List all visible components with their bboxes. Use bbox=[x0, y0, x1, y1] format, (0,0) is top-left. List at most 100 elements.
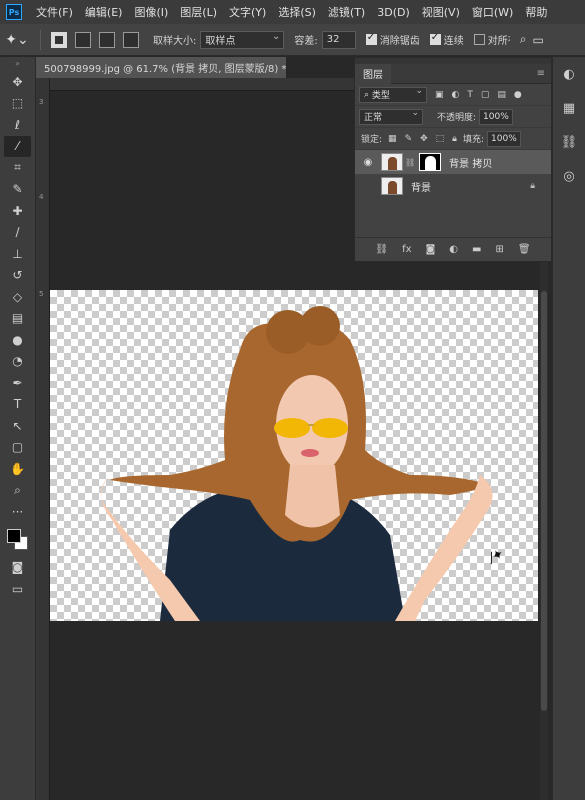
filter-type-icon[interactable]: T bbox=[467, 90, 473, 100]
pen-icon[interactable]: ✒ bbox=[0, 372, 35, 394]
menu-edit[interactable]: 编辑(E) bbox=[79, 4, 129, 20]
subtract-selection-button[interactable] bbox=[99, 31, 115, 48]
add-selection-button[interactable] bbox=[75, 31, 91, 48]
filter-adjustment-icon[interactable]: ◐ bbox=[452, 90, 460, 100]
eye-icon[interactable]: ◉ bbox=[359, 157, 377, 168]
menu-layer[interactable]: 图层(L) bbox=[174, 4, 223, 20]
antialias-label: 消除锯齿 bbox=[379, 36, 420, 47]
menu-help[interactable]: 帮助 bbox=[519, 4, 553, 20]
lock-icon: 🔒︎ bbox=[530, 181, 535, 191]
sample-all-layers-checkbox[interactable] bbox=[473, 34, 485, 45]
intersect-selection-button[interactable] bbox=[123, 31, 139, 48]
tolerance-input[interactable]: 32 bbox=[321, 30, 356, 49]
lock-artboard-icon[interactable]: ⬚ bbox=[436, 134, 445, 144]
opacity-input[interactable]: 100% bbox=[479, 108, 514, 125]
search-icon[interactable]: ⌕ bbox=[520, 32, 527, 47]
eraser-icon[interactable]: ◇ bbox=[0, 286, 35, 308]
mask-icon[interactable]: ◙ bbox=[426, 244, 436, 255]
panel-grip[interactable]: » bbox=[0, 57, 35, 71]
layer-mask-thumbnail[interactable] bbox=[419, 153, 442, 171]
workspace-icon[interactable]: ▭ bbox=[532, 33, 543, 47]
layer-filter-select[interactable]: ⌕ 类型 bbox=[359, 86, 427, 103]
fill-input[interactable]: 100% bbox=[487, 130, 522, 147]
filter-toggle-icon[interactable]: ● bbox=[514, 90, 522, 100]
menu-view[interactable]: 视图(V) bbox=[416, 4, 466, 20]
new-selection-button[interactable] bbox=[51, 31, 67, 48]
sample-size-label: 取样大小: bbox=[153, 36, 197, 47]
menu-image[interactable]: 图像(I) bbox=[128, 4, 174, 20]
new-layer-icon[interactable]: ⊞ bbox=[495, 244, 503, 255]
crop-icon[interactable]: ⌗ bbox=[0, 157, 35, 179]
zoom-icon[interactable]: ⌕ bbox=[0, 480, 35, 502]
sample-size-select[interactable]: 取样点 bbox=[200, 30, 285, 49]
menu-select[interactable]: 选择(S) bbox=[272, 4, 322, 20]
lock-transparency-icon[interactable]: ▦ bbox=[388, 134, 397, 144]
lasso-icon[interactable]: ℓ bbox=[0, 114, 35, 136]
rectangle-icon[interactable]: ▢ bbox=[0, 437, 35, 459]
eyedropper-icon[interactable]: ✎ bbox=[0, 179, 35, 201]
quick-mask-icon[interactable]: ◙ bbox=[0, 557, 35, 579]
image-canvas[interactable] bbox=[50, 290, 538, 621]
brush-icon[interactable]: ∕ bbox=[0, 222, 35, 244]
gradient-icon[interactable]: ▤ bbox=[0, 308, 35, 330]
divider bbox=[40, 29, 41, 50]
options-bar: ✦⌄ 取样大小: 取样点 容差: 32 消除锯齿 连续 对所有图层取样 ⌕ ▭ bbox=[0, 24, 585, 56]
move-icon[interactable]: ✥ bbox=[0, 71, 35, 93]
tab-layers[interactable]: 图层 bbox=[355, 63, 391, 84]
link-icon[interactable]: ⛓︎ bbox=[405, 158, 415, 167]
menu-file[interactable]: 文件(F) bbox=[30, 4, 79, 20]
lock-position-icon[interactable]: ✥ bbox=[420, 134, 428, 144]
fx-icon[interactable]: fx bbox=[402, 244, 411, 255]
stamp-icon[interactable]: ⊥ bbox=[0, 243, 35, 265]
magic-wand-preset-icon[interactable]: ✦⌄ bbox=[0, 32, 34, 48]
layer-name: 背景 拷贝 bbox=[449, 158, 493, 170]
magic-wand-icon[interactable]: ⁄ bbox=[4, 135, 31, 157]
panel-menu-icon[interactable]: ≡ bbox=[537, 68, 545, 79]
folder-icon[interactable]: ▬ bbox=[472, 244, 481, 255]
right-dock: ◐ ▦ ⛓︎ ◎ bbox=[552, 57, 585, 800]
layers-panel-header: 图层 ≡ bbox=[355, 63, 551, 84]
layer-name: 背景 bbox=[411, 182, 431, 194]
filter-smart-icon[interactable]: ▤ bbox=[497, 90, 506, 100]
tools-panel: » ✥ ⬚ ℓ ⁄ ⌗ ✎ ✚ ∕ ⊥ ↺ ◇ ▤ ● ◔ ✒ T ↖ ▢ ✋ … bbox=[0, 57, 36, 800]
contiguous-checkbox[interactable] bbox=[429, 32, 441, 45]
layers-panel: 图层 ≡ ⌕ 类型 ▣ ◐ T ▢ ▤ ● 正常 不透明度: 100% 锁定: … bbox=[354, 57, 552, 262]
ruler-label: 5 bbox=[39, 290, 44, 298]
screen-mode-icon[interactable]: ▭ bbox=[0, 578, 35, 600]
color-panel-icon[interactable]: ◐ bbox=[553, 57, 585, 91]
path-select-icon[interactable]: ↖ bbox=[0, 415, 35, 437]
layer-thumbnail bbox=[381, 153, 403, 171]
link-icon[interactable]: ⛓︎ bbox=[375, 244, 388, 255]
filter-pixel-icon[interactable]: ▣ bbox=[435, 90, 444, 100]
lock-all-icon[interactable]: 🔒︎ bbox=[452, 134, 457, 144]
color-swatches bbox=[0, 523, 35, 557]
foreground-color[interactable] bbox=[7, 528, 21, 543]
menu-3d[interactable]: 3D(D) bbox=[371, 6, 416, 19]
swatches-panel-icon[interactable]: ▦ bbox=[553, 91, 585, 125]
filter-shape-icon[interactable]: ▢ bbox=[481, 90, 490, 100]
dodge-icon[interactable]: ◔ bbox=[0, 351, 35, 373]
scrollbar-thumb[interactable] bbox=[541, 291, 547, 711]
layer-row[interactable]: 背景 🔒︎ bbox=[355, 174, 551, 198]
healing-icon[interactable]: ✚ bbox=[0, 200, 35, 222]
lock-paint-icon[interactable]: ✎ bbox=[405, 134, 413, 144]
marquee-icon[interactable]: ⬚ bbox=[0, 93, 35, 115]
layer-row[interactable]: ◉ ⛓︎ 背景 拷贝 bbox=[355, 150, 551, 174]
type-icon[interactable]: T bbox=[0, 394, 35, 416]
blur-icon[interactable]: ● bbox=[0, 329, 35, 351]
channels-panel-icon[interactable]: ⛓︎ bbox=[553, 125, 585, 159]
lock-label: 锁定: bbox=[361, 135, 383, 145]
hand-icon[interactable]: ✋ bbox=[0, 458, 35, 480]
menu-filter[interactable]: 滤镜(T) bbox=[322, 4, 371, 20]
blend-mode-select[interactable]: 正常 bbox=[359, 108, 423, 125]
antialias-checkbox[interactable] bbox=[365, 32, 377, 45]
adjustments-panel-icon[interactable]: ◎ bbox=[553, 159, 585, 193]
adjustment-icon[interactable]: ◐ bbox=[449, 244, 458, 255]
menu-type[interactable]: 文字(Y) bbox=[223, 4, 272, 20]
trash-icon[interactable]: 🗑︎ bbox=[518, 244, 531, 255]
document-tab[interactable]: 500798999.jpg @ 61.7% (背景 拷贝, 图层蒙版/8) * … bbox=[36, 57, 286, 78]
history-brush-icon[interactable]: ↺ bbox=[0, 265, 35, 287]
menu-window[interactable]: 窗口(W) bbox=[466, 4, 519, 20]
blend-row: 正常 不透明度: 100% bbox=[355, 106, 551, 128]
more-icon[interactable]: ··· bbox=[0, 501, 35, 523]
